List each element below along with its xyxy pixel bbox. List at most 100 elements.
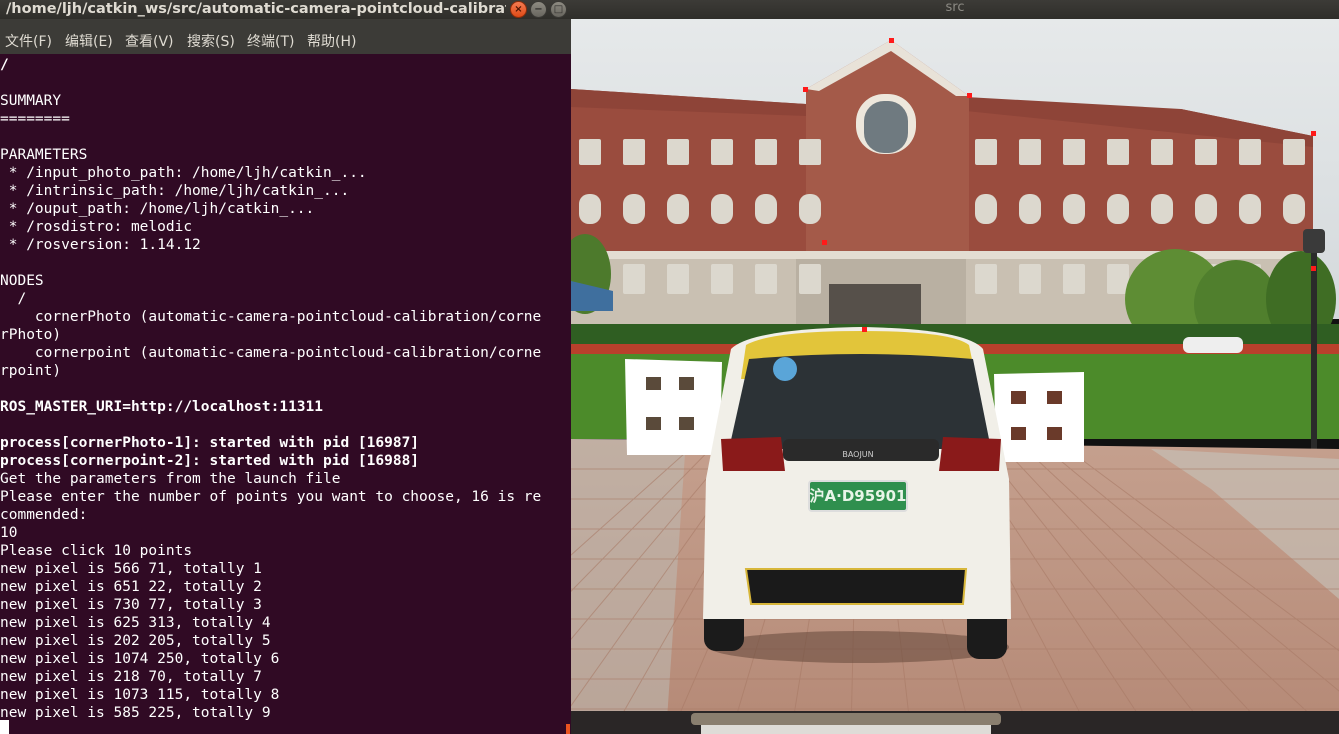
window-pane [755,264,777,294]
window-pane [1063,139,1085,165]
window-pane [1107,264,1129,294]
terminal-line: new pixel is 202 205, totally 5 [0,633,271,649]
window-pane [623,194,645,224]
terminal-window[interactable]: /home/ljh/catkin_ws/src/automatic-camera… [0,0,571,734]
point-marker [822,240,827,245]
calibration-board-right [994,372,1084,462]
window-pane [579,139,601,165]
window-pane [711,139,733,165]
terminal-line: * /ouput_path: /home/ljh/catkin_... [0,201,315,217]
terminal-line: new pixel is 625 313, totally 4 [0,615,271,631]
window-pane [623,264,645,294]
window-pane [1107,194,1129,224]
terminal-line: SUMMARY [0,93,62,109]
terminal-titlebar[interactable]: /home/ljh/catkin_ws/src/automatic-camera… [0,0,571,19]
menu-search[interactable]: 搜索(S) [187,31,235,51]
window-pane [799,139,821,165]
window-pane [1151,194,1173,224]
window-pane [623,139,645,165]
terminal-line: Please enter the number of points you wa… [0,489,542,505]
terminal-line: * /rosdistro: melodic [0,219,193,235]
window-pane [667,264,689,294]
menu-file[interactable]: 文件(F) [5,31,52,51]
maximize-icon[interactable]: □ [550,1,567,18]
terminal-line: Get the parameters from the launch file [0,471,341,487]
terminal-line: new pixel is 651 22, totally 2 [0,579,262,595]
terminal-line: * /input_photo_path: /home/ljh/catkin_..… [0,165,367,181]
terminal-line: process[cornerpoint-2]: started with pid… [0,453,420,469]
window-pane [1195,194,1217,224]
terminal-line: new pixel is 218 70, totally 7 [0,669,262,685]
window-pane [1195,139,1217,165]
terminal-line: cornerPhoto (automatic-camera-pointcloud… [0,309,542,325]
terminal-line: new pixel is 1073 115, totally 8 [0,687,280,703]
window-pane [1283,139,1305,165]
window-pane [1019,139,1041,165]
terminal-line: PARAMETERS [0,147,88,163]
viewer-title: src [945,0,965,15]
point-marker [803,87,808,92]
terminal-line: / [0,57,9,73]
background-car [1183,337,1243,353]
window-pane [1283,194,1305,224]
terminal-scrollbar[interactable] [566,724,570,734]
window-pane [1107,139,1129,165]
window-pane [755,194,777,224]
point-marker [1311,266,1316,271]
terminal-line: * /intrinsic_path: /home/ljh/catkin_... [0,183,350,199]
terminal-line: * /rosversion: 1.14.12 [0,237,201,253]
window-pane [1019,194,1041,224]
point-marker [1311,131,1316,136]
terminal-title: /home/ljh/catkin_ws/src/automatic-camera… [6,1,506,17]
menu-help[interactable]: 帮助(H) [307,31,356,51]
license-plate-text: 沪A·D95901 [810,487,907,505]
minimize-icon[interactable]: − [530,1,547,18]
viewer-titlebar[interactable]: src [571,0,1339,19]
terminal-line: new pixel is 1074 250, totally 6 [0,651,280,667]
window-pane [799,264,821,294]
window-pane [975,194,997,224]
photo-scene: 沪A·D95901 BAOJUN [571,19,1339,734]
menu-view[interactable]: 查看(V) [125,31,174,51]
window-pane [1239,194,1261,224]
image-viewer-window[interactable]: src 沪A·D95901 BAOJUN [571,0,1339,734]
terminal-line: rpoint) [0,363,62,379]
terminal-menubar: 文件(F) 编辑(E) 查看(V) 搜索(S) 终端(T) 帮助(H) [0,19,571,54]
terminal-line: new pixel is 566 71, totally 1 [0,561,262,577]
point-marker [889,38,894,43]
window-pane [975,139,997,165]
close-icon[interactable]: × [510,1,527,18]
point-marker [967,93,972,98]
window-pane [667,194,689,224]
menu-edit[interactable]: 编辑(E) [65,31,113,51]
terminal-line: new pixel is 730 77, totally 3 [0,597,262,613]
terminal-line: rPhoto) [0,327,62,343]
window-pane [755,139,777,165]
window-pane [711,264,733,294]
terminal-line: Please click 10 points [0,543,193,559]
terminal-line: ======== [0,111,70,127]
point-marker [862,327,867,332]
terminal-line: ROS_MASTER_URI=http://localhost:11311 [0,399,324,415]
window-pane [1063,264,1085,294]
car-badge: BAOJUN [842,450,873,459]
window-pane [1239,139,1261,165]
window-pane [1019,264,1041,294]
window-pane [579,194,601,224]
window-pane [1151,139,1173,165]
window-pane [1063,194,1085,224]
terminal-line: NODES [0,273,44,289]
menu-terminal[interactable]: 终端(T) [247,31,294,51]
terminal-output[interactable]: / SUMMARY ======== PARAMETERS * /input_phot… [0,54,571,734]
terminal-line: cornerpoint (automatic-camera-pointcloud… [0,345,542,361]
terminal-line: process[cornerPhoto-1]: started with pid… [0,435,420,451]
terminal-line: 10 [0,525,18,541]
terminal-line: commended: [0,507,88,523]
window-pane [799,194,821,224]
image-canvas[interactable]: 沪A·D95901 BAOJUN [571,19,1339,734]
window-pane [711,194,733,224]
window-pane [975,264,997,294]
terminal-line: new pixel is 585 225, totally 9 [0,705,271,721]
terminal-line: / [0,291,27,307]
terminal-cursor [0,720,9,734]
